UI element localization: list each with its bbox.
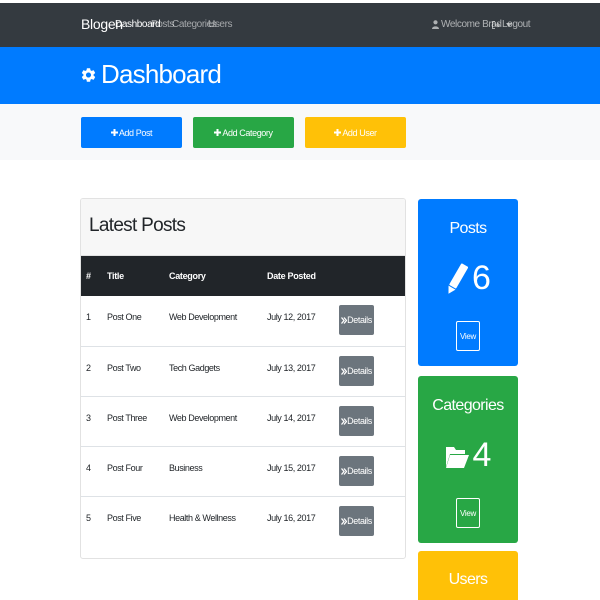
navbar: Blogen Dashboard Posts Categories Users … xyxy=(0,3,600,47)
page-title-text: Dashboard xyxy=(101,59,222,89)
row-number: 1 xyxy=(86,312,91,322)
add-post-label: Add Post xyxy=(118,127,153,138)
add-post-button[interactable]: Add Post xyxy=(81,117,182,148)
users-stat-card: Users xyxy=(418,551,518,600)
page-title: Dashboard xyxy=(80,59,222,90)
row-number: 2 xyxy=(86,363,91,373)
logout-label: Logout xyxy=(502,19,531,30)
logout-icon xyxy=(492,20,500,29)
user-icon xyxy=(432,20,439,29)
row-category: Web Development xyxy=(169,413,237,423)
table-header: # Title Category Date Posted xyxy=(81,256,405,296)
posts-stat-card: Posts 6 View xyxy=(418,199,518,366)
gear-icon xyxy=(81,67,96,82)
add-user-button[interactable]: Add User xyxy=(305,117,406,148)
add-category-button[interactable]: Add Category xyxy=(193,117,294,148)
plus-icon xyxy=(110,129,118,136)
users-stat-title: Users xyxy=(448,571,488,588)
details-button[interactable]: Details xyxy=(339,506,374,536)
column-header-number: # xyxy=(86,271,91,281)
details-label: Details xyxy=(347,416,372,426)
folder-open-icon xyxy=(445,446,469,468)
row-date: July 13, 2017 xyxy=(267,363,316,373)
details-label: Details xyxy=(347,466,372,476)
pencil-icon xyxy=(448,263,469,294)
details-label: Details xyxy=(347,516,372,526)
details-label: Details xyxy=(347,315,372,325)
add-user-label: Add User xyxy=(342,127,377,138)
page-header: Dashboard xyxy=(0,47,600,104)
nav-link-users[interactable]: Users xyxy=(208,19,233,30)
add-category-label: Add Category xyxy=(222,127,273,138)
row-title: Post Two xyxy=(107,363,141,373)
row-title: Post One xyxy=(107,312,142,322)
row-title: Post Four xyxy=(107,463,143,473)
posts-stat-count-row: 6 xyxy=(418,259,518,298)
categories-stat-count-row: 4 xyxy=(418,436,518,475)
posts-stat-title: Posts xyxy=(449,220,487,237)
nav-link-posts[interactable]: Posts xyxy=(151,19,174,30)
row-category: Tech Gadgets xyxy=(169,363,220,373)
categories-count: 4 xyxy=(472,436,492,474)
plus-icon xyxy=(334,129,342,136)
table-row: 1 Post One Web Development July 12, 2017… xyxy=(81,296,405,346)
categories-stat-card: Categories 4 View xyxy=(418,376,518,543)
details-label: Details xyxy=(347,366,372,376)
table-row: 4 Post Four Business July 15, 2017 Detai… xyxy=(81,446,405,496)
table-row: 2 Post Two Tech Gadgets July 13, 2017 De… xyxy=(81,346,405,396)
action-bar: Add Post Add Category Add User xyxy=(0,104,600,160)
plus-icon xyxy=(214,129,222,136)
row-number: 4 xyxy=(86,463,91,473)
details-button[interactable]: Details xyxy=(339,356,374,386)
table-body: 1 Post One Web Development July 12, 2017… xyxy=(81,296,405,546)
row-category: Web Development xyxy=(169,312,237,322)
posts-count: 6 xyxy=(472,259,491,297)
categories-view-button[interactable]: View xyxy=(456,498,480,528)
row-date: July 16, 2017 xyxy=(267,513,316,523)
column-header-date: Date Posted xyxy=(267,271,316,281)
details-button[interactable]: Details xyxy=(339,406,374,436)
card-header: Latest Posts xyxy=(81,199,405,256)
logout-link[interactable]: Logout xyxy=(492,19,531,30)
column-header-title: Title xyxy=(107,271,124,281)
details-button[interactable]: Details xyxy=(339,456,374,486)
latest-posts-card: Latest Posts # Title Category Date Poste… xyxy=(80,198,406,559)
column-header-category: Category xyxy=(169,271,206,281)
card-title: Latest Posts xyxy=(89,215,186,236)
view-label: View xyxy=(460,508,476,518)
row-title: Post Five xyxy=(107,513,141,523)
row-title: Post Three xyxy=(107,413,147,423)
row-number: 5 xyxy=(86,513,91,523)
view-label: View xyxy=(460,331,476,341)
row-date: July 12, 2017 xyxy=(267,312,316,322)
row-category: Health & Wellness xyxy=(169,513,236,523)
table-row: 5 Post Five Health & Wellness July 16, 2… xyxy=(81,496,405,546)
table-row: 3 Post Three Web Development July 14, 20… xyxy=(81,396,405,446)
row-number: 3 xyxy=(86,413,91,423)
categories-stat-title: Categories xyxy=(432,397,504,414)
row-category: Business xyxy=(169,463,203,473)
row-date: July 14, 2017 xyxy=(267,413,316,423)
posts-view-button[interactable]: View xyxy=(456,321,480,351)
row-date: July 15, 2017 xyxy=(267,463,316,473)
details-button[interactable]: Details xyxy=(339,305,374,335)
